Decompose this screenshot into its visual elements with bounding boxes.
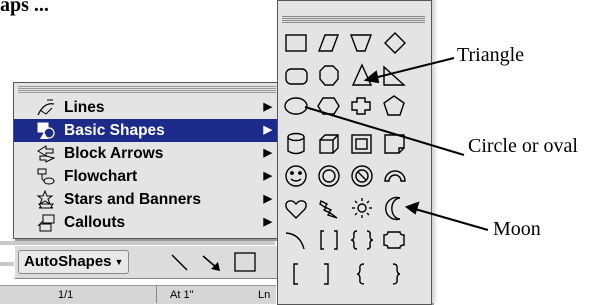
flowchart-icon xyxy=(37,168,55,185)
moon-callout-label: Moon xyxy=(493,218,541,240)
pentagon-icon[interactable] xyxy=(383,95,405,116)
chevron-down-icon: ▼ xyxy=(114,257,124,267)
menu-item-block-arrows[interactable]: Block Arrows ▶ xyxy=(14,142,280,165)
trapezoid-icon[interactable] xyxy=(349,34,373,52)
rounded-rectangle-icon[interactable] xyxy=(285,68,308,85)
status-at: At 1" xyxy=(170,289,194,301)
lines-icon xyxy=(37,99,55,116)
circle-callout-label: Circle or oval xyxy=(468,135,578,157)
parallelogram-icon[interactable] xyxy=(317,34,340,52)
oval-icon[interactable] xyxy=(284,97,308,115)
lightning-bolt-icon[interactable] xyxy=(319,200,338,219)
heart-icon[interactable] xyxy=(285,200,307,219)
menu-drag-handle[interactable] xyxy=(18,86,276,93)
callouts-icon xyxy=(37,214,55,232)
menu-item-basic-shapes[interactable]: Basic Shapes ▶ xyxy=(14,119,280,142)
basic-shapes-icon xyxy=(37,122,55,139)
cube-icon[interactable] xyxy=(319,134,339,154)
menu-item-label: Block Arrows xyxy=(64,145,164,162)
status-bar: 1/1 At 1" Ln xyxy=(0,285,276,304)
heading-fragment: aps ... xyxy=(0,0,49,16)
menu-item-label: Lines xyxy=(64,99,105,116)
triangle-callout-label: Triangle xyxy=(457,44,525,66)
corner-arc-icon[interactable] xyxy=(285,232,305,250)
autoshapes-button[interactable]: AutoShapes ▼ xyxy=(18,250,130,274)
line-tool-icon[interactable] xyxy=(165,248,193,276)
chevron-right-icon: ▶ xyxy=(263,170,272,182)
right-bracket-icon[interactable] xyxy=(324,263,329,285)
menu-item-label: Basic Shapes xyxy=(64,122,165,139)
folded-corner-icon[interactable] xyxy=(384,134,405,154)
arc-icon[interactable] xyxy=(384,170,406,182)
right-triangle-icon[interactable] xyxy=(383,65,406,86)
moon-icon[interactable] xyxy=(385,196,401,221)
arrow-tool-icon[interactable] xyxy=(197,248,225,276)
cross-icon[interactable] xyxy=(351,97,371,115)
left-bracket-icon[interactable] xyxy=(293,263,298,285)
no-symbol-icon[interactable] xyxy=(351,165,373,187)
menu-item-label: Callouts xyxy=(64,214,126,231)
status-page: 1/1 xyxy=(58,289,74,301)
autoshapes-label: AutoShapes xyxy=(24,253,112,270)
double-brace-icon[interactable] xyxy=(350,230,374,250)
plaque-icon[interactable] xyxy=(383,231,405,249)
block-arrows-icon xyxy=(37,145,56,163)
rectangle-tool-icon[interactable] xyxy=(231,248,259,276)
menu-item-stars-and-banners[interactable]: Stars and Banners ▶ xyxy=(14,188,280,211)
sun-icon[interactable] xyxy=(352,198,372,218)
diamond-icon[interactable] xyxy=(384,32,406,54)
menu-item-label: Flowchart xyxy=(64,168,138,185)
smiley-face-icon[interactable] xyxy=(285,165,307,187)
left-brace-icon[interactable] xyxy=(356,263,365,285)
octagon-icon[interactable] xyxy=(319,65,339,86)
chevron-right-icon: ▶ xyxy=(263,124,272,136)
stars-and-banners-icon xyxy=(36,190,54,209)
drawing-toolbar: AutoShapes ▼ xyxy=(14,245,277,279)
triangle-icon[interactable] xyxy=(351,63,373,86)
rectangle-icon[interactable] xyxy=(285,34,307,52)
double-bracket-icon[interactable] xyxy=(320,230,338,250)
chevron-right-icon: ▶ xyxy=(263,193,272,205)
status-divider xyxy=(156,286,157,303)
can-icon[interactable] xyxy=(287,132,305,155)
menu-item-label: Stars and Banners xyxy=(64,191,201,208)
chevron-right-icon: ▶ xyxy=(263,101,272,113)
hexagon-icon[interactable] xyxy=(317,97,340,115)
menu-item-lines[interactable]: Lines ▶ xyxy=(14,96,280,119)
chevron-right-icon: ▶ xyxy=(263,147,272,159)
frame-icon[interactable] xyxy=(351,134,372,154)
shape-grid xyxy=(284,32,406,285)
right-brace-icon[interactable] xyxy=(392,263,401,285)
menu-item-flowchart[interactable]: Flowchart ▶ xyxy=(14,165,280,188)
menu-item-callouts[interactable]: Callouts ▶ xyxy=(14,211,280,234)
status-ln: Ln xyxy=(258,289,271,301)
autoshapes-menu: Lines ▶ Basic Shapes ▶ Block Arrows ▶ Fl… xyxy=(13,82,281,239)
chevron-right-icon: ▶ xyxy=(263,216,272,228)
basic-shapes-palette xyxy=(277,0,432,305)
donut-icon[interactable] xyxy=(318,165,340,187)
window-edge xyxy=(432,0,438,303)
